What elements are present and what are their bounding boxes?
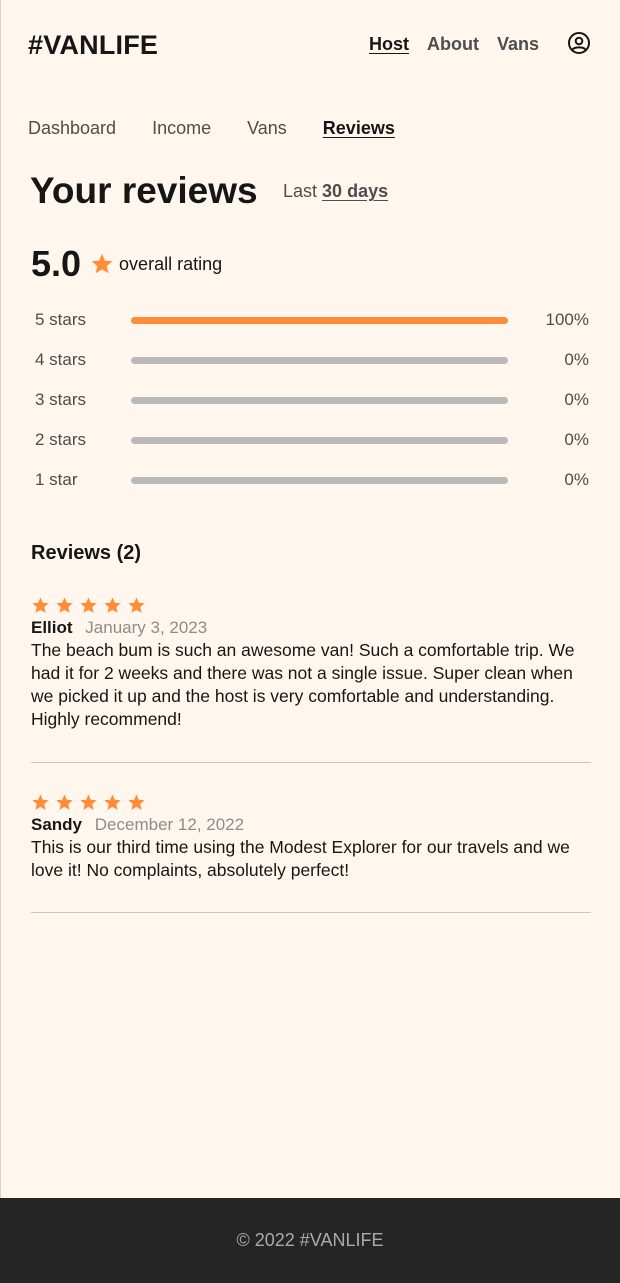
- overall-rating-label: overall rating: [119, 253, 223, 274]
- rating-row-percent: 0%: [564, 390, 589, 409]
- page-title: Your reviews: [30, 170, 258, 211]
- rating-row-percent: 0%: [564, 430, 589, 449]
- overall-score: 5.0: [31, 243, 82, 284]
- review-text: This is our third time using the Modest …: [31, 837, 570, 880]
- rating-row-percent: 0%: [564, 470, 589, 489]
- rating-bar-track: [131, 317, 508, 324]
- star-icon: [80, 794, 97, 810]
- review-date: January 3, 2023: [85, 618, 208, 637]
- rating-row: 3 stars 0%: [35, 388, 595, 428]
- rating-row-label: 1 star: [35, 470, 78, 489]
- host-nav: Dashboard Income Vans Reviews: [28, 118, 431, 139]
- review-meta: Sandy December 12, 2022: [31, 815, 591, 835]
- review-date: December 12, 2022: [94, 815, 245, 834]
- star-icon: [32, 794, 49, 810]
- rating-row-percent: 100%: [545, 310, 589, 329]
- rating-row: 5 stars 100%: [35, 308, 595, 348]
- star-icon: [128, 597, 145, 613]
- host-nav-vans[interactable]: Vans: [247, 118, 287, 139]
- rating-row-percent: 0%: [564, 350, 589, 369]
- star-icon: [91, 253, 113, 274]
- rating-bar-fill: [131, 317, 508, 324]
- review-item: Elliot January 3, 2023 The beach bum is …: [31, 596, 591, 731]
- star-icon: [32, 597, 49, 613]
- main-nav: Host About Vans: [369, 34, 557, 55]
- rating-breakdown: 5 stars 100% 4 stars 0% 3 stars 0% 2 sta…: [35, 308, 595, 508]
- host-nav-dashboard[interactable]: Dashboard: [28, 118, 116, 139]
- review-text: The beach bum is such an awesome van! Su…: [31, 640, 575, 729]
- site-logo[interactable]: #VANLIFE: [28, 30, 158, 61]
- rating-row-label: 2 stars: [35, 430, 87, 449]
- nav-link-about[interactable]: About: [427, 34, 479, 55]
- rating-row: 1 star 0%: [35, 468, 595, 508]
- date-range-prefix: Last: [283, 181, 318, 201]
- nav-link-vans[interactable]: Vans: [497, 34, 539, 55]
- star-icon: [56, 794, 73, 810]
- rating-row-label: 4 stars: [35, 350, 87, 369]
- nav-link-host[interactable]: Host: [369, 34, 409, 55]
- rating-bar-track: [131, 397, 508, 404]
- user-circle-icon[interactable]: [567, 31, 591, 55]
- review-stars: [31, 596, 591, 614]
- star-icon: [104, 597, 121, 613]
- footer-copyright: © 2022 #VANLIFE: [236, 1230, 384, 1250]
- host-nav-reviews[interactable]: Reviews: [323, 118, 395, 139]
- host-nav-income[interactable]: Income: [152, 118, 211, 139]
- overall-rating: 5.0 overall rating: [31, 243, 222, 285]
- review-item: Sandy December 12, 2022 This is our thir…: [31, 793, 591, 882]
- star-icon: [80, 597, 97, 613]
- site-header: #VANLIFE Host About Vans: [0, 0, 620, 90]
- review-meta: Elliot January 3, 2023: [31, 618, 591, 638]
- site-footer: © 2022 #VANLIFE: [0, 1198, 620, 1283]
- reviewer-name: Sandy: [31, 815, 83, 834]
- rating-bar-track: [131, 477, 508, 484]
- rating-row-label: 5 stars: [35, 310, 87, 329]
- review-divider: [31, 762, 591, 763]
- review-divider: [31, 912, 591, 913]
- rating-bar-track: [131, 437, 508, 444]
- star-icon: [56, 597, 73, 613]
- date-range: Last 30 days: [283, 181, 388, 202]
- rating-bar-track: [131, 357, 508, 364]
- reviews-heading: Reviews (2): [31, 542, 142, 564]
- review-stars: [31, 793, 591, 811]
- star-icon: [128, 794, 145, 810]
- rating-row: 2 stars 0%: [35, 428, 595, 468]
- rating-row: 4 stars 0%: [35, 348, 595, 388]
- reviewer-name: Elliot: [31, 618, 73, 637]
- star-icon: [104, 794, 121, 810]
- rating-row-label: 3 stars: [35, 390, 87, 409]
- page-left-border: [0, 0, 1, 1283]
- date-range-link[interactable]: 30 days: [322, 181, 388, 201]
